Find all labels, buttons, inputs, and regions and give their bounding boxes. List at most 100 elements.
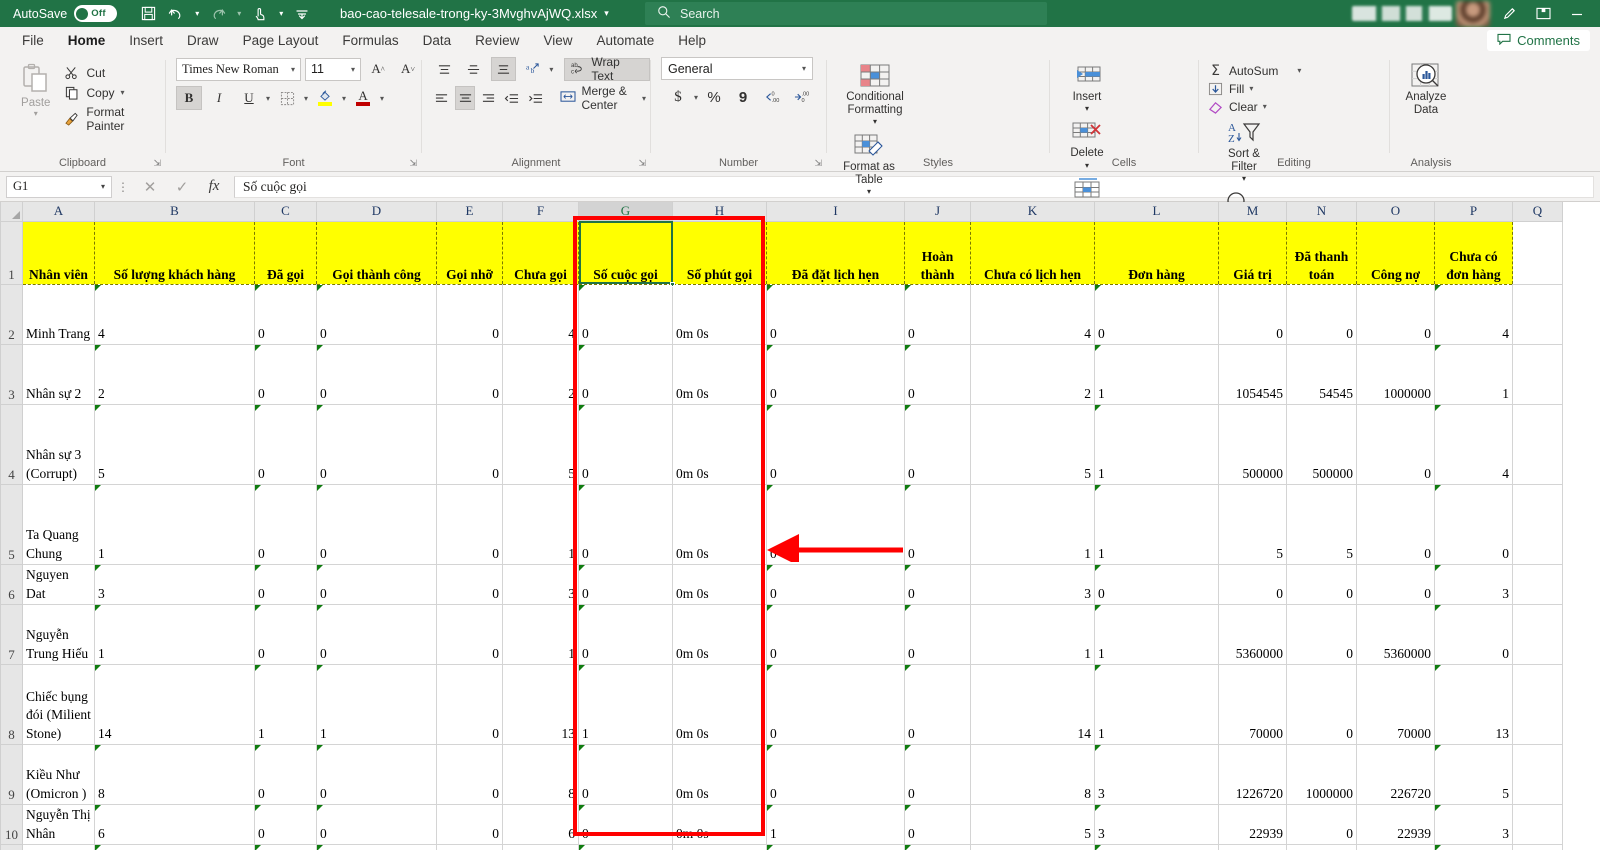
borders-chevron-down-icon[interactable]: ▾ <box>304 94 308 103</box>
align-middle-button[interactable] <box>461 57 486 81</box>
minimize-icon[interactable] <box>1562 2 1592 26</box>
cell-L2[interactable]: 0 <box>1094 284 1219 345</box>
cell-P10[interactable]: 3 <box>1434 804 1513 845</box>
fill-color-button[interactable] <box>312 86 338 110</box>
cell-P2[interactable]: 4 <box>1434 284 1513 345</box>
cell-P11[interactable]: 32 <box>1434 844 1513 850</box>
fill-chevron-down-icon[interactable]: ▾ <box>1249 84 1253 93</box>
cell-B7[interactable]: 1 <box>94 604 255 665</box>
number-format-chevron-down-icon[interactable]: ▾ <box>802 64 806 73</box>
cell-J2[interactable]: 0 <box>904 284 971 345</box>
align-bottom-button[interactable] <box>490 57 516 81</box>
cell-F11[interactable]: 36 <box>502 844 579 850</box>
cell-K11[interactable]: 36 <box>970 844 1095 850</box>
file-menu-chevron-down-icon[interactable]: ▾ <box>604 8 609 19</box>
cell-N6[interactable]: 0 <box>1286 564 1357 605</box>
cell-M3[interactable]: 1054545 <box>1218 344 1287 405</box>
wrap-text-button[interactable]: ab c Wrap Text <box>564 55 650 83</box>
header-cell-P1[interactable]: Chưa có đơn hàng <box>1434 221 1513 285</box>
tab-automate[interactable]: Automate <box>584 29 666 52</box>
insert-cells-button[interactable]: Insert ▾ <box>1056 57 1118 113</box>
cell-B6[interactable]: 3 <box>94 564 255 605</box>
autosum-button[interactable]: Σ AutoSum ▾ <box>1207 63 1389 79</box>
cell-F9[interactable]: 8 <box>502 744 579 805</box>
font-size-input[interactable]: 11 ▾ <box>305 57 361 81</box>
tab-review[interactable]: Review <box>463 29 531 52</box>
cell-C4[interactable]: 0 <box>254 404 317 485</box>
cell-H11[interactable]: 0m 0s <box>672 844 767 850</box>
autosave-toggle[interactable]: AutoSave Off <box>13 5 118 22</box>
header-cell-I1[interactable]: Đã đặt lịch hẹn <box>766 221 905 285</box>
cell-K6[interactable]: 3 <box>970 564 1095 605</box>
column-header-E[interactable]: E <box>436 202 503 222</box>
cell-A9[interactable]: Kiều Như (Omicron ) <box>22 744 95 805</box>
tab-insert[interactable]: Insert <box>117 29 175 52</box>
column-header-H[interactable]: H <box>672 202 767 222</box>
cell-M10[interactable]: 22939 <box>1218 804 1287 845</box>
cell-G10[interactable]: 0 <box>578 804 673 845</box>
tab-formulas[interactable]: Formulas <box>330 29 410 52</box>
cell-Q2[interactable] <box>1512 284 1563 345</box>
cell-J9[interactable]: 0 <box>904 744 971 805</box>
cell-C9[interactable]: 0 <box>254 744 317 805</box>
cell-J3[interactable]: 0 <box>904 344 971 405</box>
cell-I3[interactable]: 0 <box>766 344 905 405</box>
analyze-data-button[interactable]: Analyze Data <box>1390 57 1462 117</box>
header-cell-B1[interactable]: Số lượng khách hàng <box>94 221 255 285</box>
cell-H10[interactable]: 0m 0s <box>672 804 767 845</box>
cell-I10[interactable]: 1 <box>766 804 905 845</box>
comma-format-button[interactable]: 9 <box>730 85 756 109</box>
align-top-button[interactable] <box>432 57 457 81</box>
cell-F2[interactable]: 4 <box>502 284 579 345</box>
format-as-table-chevron-down-icon[interactable]: ▾ <box>867 187 871 196</box>
cell-F5[interactable]: 1 <box>502 484 579 565</box>
cell-J7[interactable]: 0 <box>904 604 971 665</box>
cell-C2[interactable]: 0 <box>254 284 317 345</box>
header-cell-A1[interactable]: Nhân viên <box>22 221 95 285</box>
cell-D6[interactable]: 0 <box>316 564 437 605</box>
column-header-N[interactable]: N <box>1286 202 1357 222</box>
decrease-font-size-button[interactable]: A ˅ <box>395 57 421 81</box>
tab-data[interactable]: Data <box>411 29 464 52</box>
cell-A7[interactable]: Nguyễn Trung Hiếu <box>22 604 95 665</box>
cell-N7[interactable]: 0 <box>1286 604 1357 665</box>
cell-A5[interactable]: Ta Quang Chung <box>22 484 95 565</box>
cell-D11[interactable]: 0 <box>316 844 437 850</box>
cell-L8[interactable]: 1 <box>1094 664 1219 745</box>
cell-E3[interactable]: 0 <box>436 344 503 405</box>
number-dialog-launcher-icon[interactable]: ⇲ <box>814 158 822 169</box>
column-header-K[interactable]: K <box>970 202 1095 222</box>
cell-O4[interactable]: 0 <box>1356 404 1435 485</box>
row-header-5[interactable]: 5 <box>0 483 23 565</box>
cell-O3[interactable]: 1000000 <box>1356 344 1435 405</box>
cell-I11[interactable]: 0 <box>766 844 905 850</box>
cell-A4[interactable]: Nhân sự 3 (Corrupt) <box>22 404 95 485</box>
copy-chevron-down-icon[interactable]: ▾ <box>121 88 125 97</box>
header-cell-F1[interactable]: Chưa gọi <box>502 221 579 285</box>
font-color-button[interactable]: A <box>350 86 376 110</box>
cell-G5[interactable]: 0 <box>578 484 673 565</box>
cell-Q8[interactable] <box>1512 664 1563 745</box>
tab-help[interactable]: Help <box>666 29 718 52</box>
cell-Q5[interactable] <box>1512 484 1563 565</box>
cell-E4[interactable]: 0 <box>436 404 503 485</box>
cell-H5[interactable]: 0m 0s <box>672 484 767 565</box>
search-box[interactable]: Search <box>645 2 1047 25</box>
column-header-A[interactable]: A <box>22 202 95 222</box>
cell-A6[interactable]: Nguyen Dat <box>22 564 95 605</box>
accounting-chevron-down-icon[interactable]: ▾ <box>694 93 698 102</box>
cell-E10[interactable]: 0 <box>436 804 503 845</box>
cell-D2[interactable]: 0 <box>316 284 437 345</box>
formula-bar-handle[interactable]: ⋮ <box>112 180 134 194</box>
row-header-7[interactable]: 7 <box>0 603 23 665</box>
cell-I7[interactable]: 0 <box>766 604 905 665</box>
header-cell-K1[interactable]: Chưa có lịch hẹn <box>970 221 1095 285</box>
cell-L11[interactable]: 4 <box>1094 844 1219 850</box>
header-cell-L1[interactable]: Đơn hàng <box>1094 221 1219 285</box>
row-header-6[interactable]: 6 <box>0 563 23 605</box>
cell-P4[interactable]: 4 <box>1434 404 1513 485</box>
cell-C7[interactable]: 0 <box>254 604 317 665</box>
cell-G9[interactable]: 0 <box>578 744 673 805</box>
underline-button[interactable]: U <box>236 86 262 110</box>
cell-O5[interactable]: 0 <box>1356 484 1435 565</box>
